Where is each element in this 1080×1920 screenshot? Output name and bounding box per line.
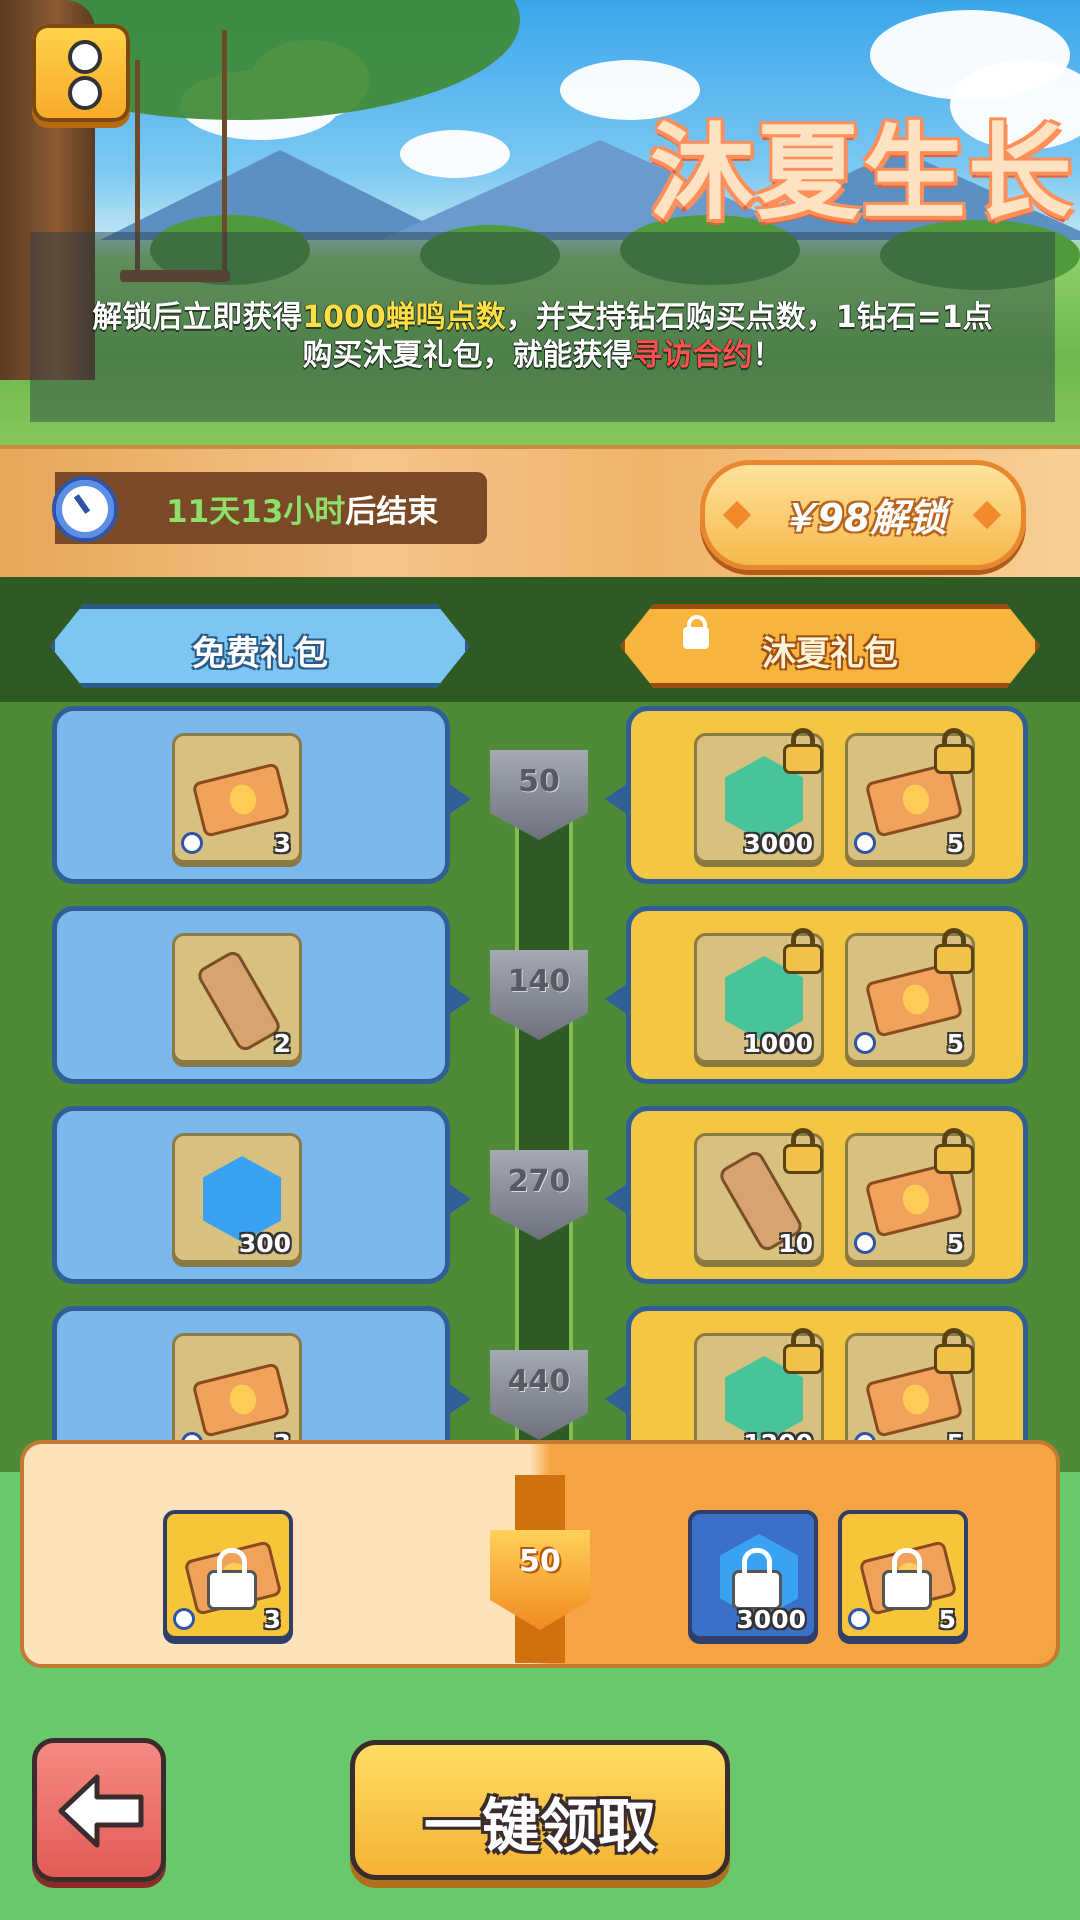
current-level-label: 50 — [519, 1544, 561, 1579]
back-button[interactable] — [32, 1738, 166, 1882]
lock-icon — [934, 928, 976, 974]
claim-all-button[interactable]: 一键领取 — [350, 1740, 730, 1880]
lock-icon — [783, 728, 825, 774]
reward-item[interactable]: 5 — [845, 1128, 976, 1263]
paid-reward-card[interactable]: 1000 5 — [605, 906, 1028, 1084]
clock-icon — [854, 1032, 876, 1054]
level-badge: 270 — [490, 1150, 588, 1240]
reward-count: 3 — [273, 829, 291, 858]
claim-all-label: 一键领取 — [423, 1792, 656, 1860]
level-label: 140 — [507, 964, 571, 999]
reward-item[interactable]: 5 — [845, 928, 976, 1063]
reward-item[interactable]: 2 — [172, 933, 302, 1063]
reward-count: 5 — [946, 1229, 964, 1258]
reward-item[interactable]: 3000 — [694, 728, 825, 863]
tab-free-gift[interactable]: 免费礼包 — [50, 604, 470, 688]
event-info-panel: 解锁后立即获得1000蝉鸣点数，并支持钻石购买点数，1钻石=1点 购买沐夏礼包，… — [30, 232, 1055, 422]
clock-icon — [181, 832, 203, 854]
scroll-icon — [194, 948, 284, 1054]
reward-item[interactable]: 10 — [694, 1128, 825, 1263]
lock-icon — [934, 1328, 976, 1374]
lock-icon — [783, 928, 825, 974]
level-badge: 50 — [490, 750, 588, 840]
level-badge: 140 — [490, 950, 588, 1040]
reward-count: 5 — [946, 829, 964, 858]
reward-item[interactable]: 300 — [172, 1133, 302, 1263]
back-arrow-icon — [58, 1774, 144, 1848]
current-free-reward[interactable]: 3 — [163, 1510, 293, 1640]
reward-count: 3000 — [743, 829, 813, 858]
clock-icon — [854, 832, 876, 854]
menu-icon — [68, 40, 102, 74]
level-label: 50 — [518, 764, 560, 799]
lock-icon — [783, 1328, 825, 1374]
lock-icon — [783, 1128, 825, 1174]
lock-icon — [934, 728, 976, 774]
clock-icon — [52, 476, 118, 542]
reward-row: 3 50 3000 5 — [0, 706, 1080, 886]
reward-count: 10 — [778, 1229, 813, 1258]
clock-icon — [173, 1608, 195, 1630]
clock-icon — [854, 1232, 876, 1254]
tab-summer-label: 沐夏礼包 — [762, 634, 898, 674]
reward-count: 3 — [263, 1605, 281, 1634]
reward-row: 2 140 1000 5 — [0, 906, 1080, 1086]
level-label: 440 — [507, 1364, 571, 1399]
timer-text: 11天13小时后结束 — [166, 494, 439, 530]
tab-summer-gift[interactable]: 沐夏礼包 — [620, 604, 1040, 688]
current-paid-reward-gem[interactable]: 3000 — [688, 1510, 818, 1640]
reward-count: 300 — [238, 1229, 291, 1258]
free-reward-card[interactable]: 300 — [52, 1106, 471, 1284]
reward-count: 2 — [273, 1029, 291, 1058]
reward-item[interactable]: 5 — [845, 728, 976, 863]
tab-free-label: 免费礼包 — [192, 634, 328, 674]
reward-row: 300 270 10 5 — [0, 1106, 1080, 1286]
reward-count: 5 — [938, 1605, 956, 1634]
lock-icon — [934, 1128, 976, 1174]
reward-item[interactable]: 3 — [172, 733, 302, 863]
menu-button[interactable] — [32, 24, 130, 122]
level-label: 270 — [507, 1164, 571, 1199]
free-reward-card[interactable]: 3 — [52, 706, 471, 884]
paid-reward-card[interactable]: 3000 5 — [605, 706, 1028, 884]
level-badge: 440 — [490, 1350, 588, 1440]
ticket-icon — [191, 762, 291, 838]
free-reward-card[interactable]: 2 — [52, 906, 471, 1084]
event-title: 沐夏生长 — [650, 112, 1075, 234]
info-line-2: 购买沐夏礼包，就能获得寻访合约！ — [302, 338, 783, 373]
unlock-button[interactable]: ￥98解锁 — [700, 460, 1026, 570]
paid-reward-card[interactable]: 10 5 — [605, 1106, 1028, 1284]
reward-count: 5 — [946, 1029, 964, 1058]
current-paid-reward-ticket[interactable]: 5 — [838, 1510, 968, 1640]
clock-icon — [848, 1608, 870, 1630]
reward-count: 1000 — [743, 1029, 813, 1058]
ticket-icon — [191, 1362, 291, 1438]
reward-item[interactable]: 1000 — [694, 928, 825, 1063]
reward-count: 3000 — [736, 1605, 806, 1634]
